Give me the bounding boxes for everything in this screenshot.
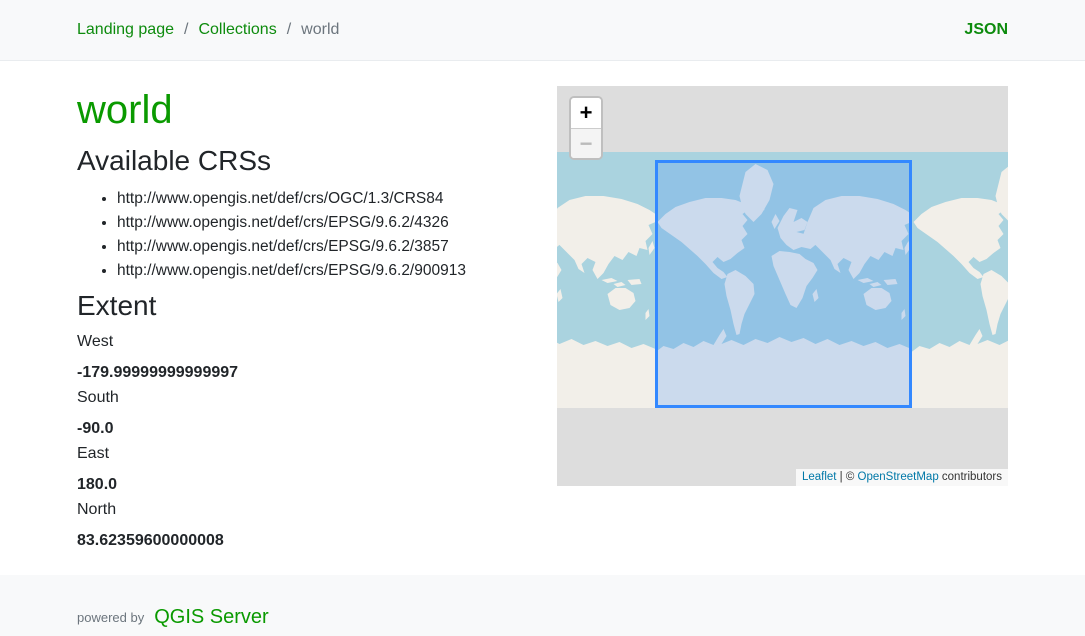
breadcrumb-link-landing-page[interactable]: Landing page [77,21,174,39]
extent-north-label: North [77,498,547,522]
extent-section-heading: Extent [77,289,547,323]
header-bar: Landing page / Collections / world JSON [0,0,1085,61]
openstreetmap-link[interactable]: OpenStreetMap [858,471,939,483]
map-panel: + − Leaflet | © OpenStreetMap contributo… [557,86,1008,486]
leaflet-link[interactable]: Leaflet [802,471,837,483]
breadcrumb-current-world: world [301,21,339,39]
breadcrumb: Landing page / Collections / world [77,21,339,39]
json-format-link[interactable]: JSON [964,21,1008,39]
qgis-server-link[interactable]: QGIS Server [154,606,268,628]
map-attribution: Leaflet | © OpenStreetMap contributors [796,469,1008,486]
footer-bar: powered by QGIS Server [0,575,1085,636]
extent-south-label: South [77,386,547,410]
crs-url-item: http://www.opengis.net/def/crs/EPSG/9.6.… [117,263,547,279]
crs-url-item: http://www.opengis.net/def/crs/EPSG/9.6.… [117,239,547,255]
map-zoom-control: + − [569,96,603,160]
breadcrumb-separator: / [184,21,188,39]
page-title: world [77,86,547,134]
crs-url-item: http://www.opengis.net/def/crs/EPSG/9.6.… [117,215,547,231]
crs-list: http://www.opengis.net/def/crs/OGC/1.3/C… [77,191,547,279]
breadcrumb-link-collections[interactable]: Collections [198,21,276,39]
breadcrumb-separator: / [287,21,291,39]
attribution-divider: | © [836,471,857,483]
collection-details: world Available CRSs http://www.opengis.… [77,86,547,553]
zoom-in-button[interactable]: + [571,98,601,128]
extent-rectangle-overlay [655,160,912,408]
crs-section-heading: Available CRSs [77,144,547,178]
zoom-out-button[interactable]: − [571,128,601,158]
extent-east-value: 180.0 [77,473,547,497]
extent-fields: West -179.99999999999997 South -90.0 Eas… [77,330,547,553]
map-viewport[interactable]: + − Leaflet | © OpenStreetMap contributo… [557,86,1008,486]
extent-east-label: East [77,442,547,466]
extent-south-value: -90.0 [77,417,547,441]
attribution-suffix: contributors [939,471,1002,483]
extent-west-value: -179.99999999999997 [77,361,547,385]
powered-by-label: powered by [77,608,144,628]
extent-west-label: West [77,330,547,354]
crs-url-item: http://www.opengis.net/def/crs/OGC/1.3/C… [117,191,547,207]
extent-north-value: 83.62359600000008 [77,529,547,553]
main-content: world Available CRSs http://www.opengis.… [0,61,1085,575]
